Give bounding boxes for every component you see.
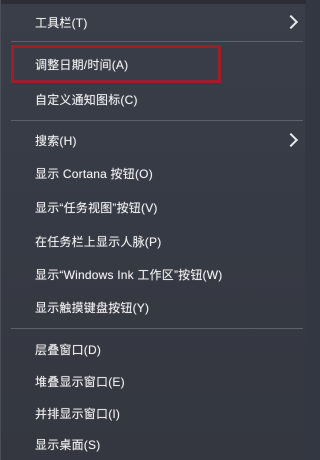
menu-item-label: 自定义通知图标(C) xyxy=(35,92,138,107)
menu-item-search[interactable]: 搜索(H) xyxy=(1,123,306,157)
menu-item-label: 层叠窗口(D) xyxy=(35,342,102,357)
menu-item-label: 显示桌面(S) xyxy=(35,437,101,452)
menu-item-show-windows-ink-button[interactable]: 显示“Windows Ink 工作区”按钮(W) xyxy=(1,257,306,291)
taskbar-context-menu: 工具栏(T) 调整日期/时间(A) 自定义通知图标(C) 搜索(H) 显示 Co… xyxy=(0,0,306,460)
menu-item-show-task-view-button[interactable]: 显示“任务视图”按钮(V) xyxy=(1,190,306,224)
menu-item-label: 在任务栏上显示人脉(P) xyxy=(35,234,162,249)
menu-item-customize-notification-icons[interactable]: 自定义通知图标(C) xyxy=(1,82,306,116)
chevron-right-icon xyxy=(283,132,299,148)
menu-item-show-cortana-button[interactable]: 显示 Cortana 按钮(O) xyxy=(1,156,306,190)
menu-item-label: 显示 Cortana 按钮(O) xyxy=(35,166,153,181)
menu-item-show-touch-keyboard-button[interactable]: 显示触摸键盘按钮(Y) xyxy=(1,290,306,324)
highlight-annotation-box xyxy=(11,45,221,83)
menu-item-label: 堆叠显示窗口(E) xyxy=(35,374,125,389)
menu-item-label: 搜索(H) xyxy=(35,133,77,148)
menu-item-label: 并排显示窗口(I) xyxy=(35,406,121,421)
menu-item-cascade-windows[interactable]: 层叠窗口(D) xyxy=(1,332,306,366)
menu-separator xyxy=(11,328,303,329)
menu-item-label: 显示触摸键盘按钮(Y) xyxy=(35,300,150,315)
menu-item-side-by-side-windows[interactable]: 并排显示窗口(I) xyxy=(1,396,306,430)
chevron-right-icon xyxy=(283,14,299,30)
menu-item-toolbars[interactable]: 工具栏(T) xyxy=(1,5,306,39)
menu-item-label: 显示“Windows Ink 工作区”按钮(W) xyxy=(35,267,223,282)
menu-separator xyxy=(11,120,303,121)
menu-item-label: 显示“任务视图”按钮(V) xyxy=(35,200,158,215)
menu-item-show-desktop[interactable]: 显示桌面(S) xyxy=(1,427,306,460)
menu-item-show-people[interactable]: 在任务栏上显示人脉(P) xyxy=(1,224,306,258)
menu-separator xyxy=(11,41,303,42)
menu-top-edge xyxy=(1,0,306,4)
menu-item-label: 工具栏(T) xyxy=(35,15,88,30)
menu-item-stack-windows[interactable]: 堆叠显示窗口(E) xyxy=(1,364,306,398)
